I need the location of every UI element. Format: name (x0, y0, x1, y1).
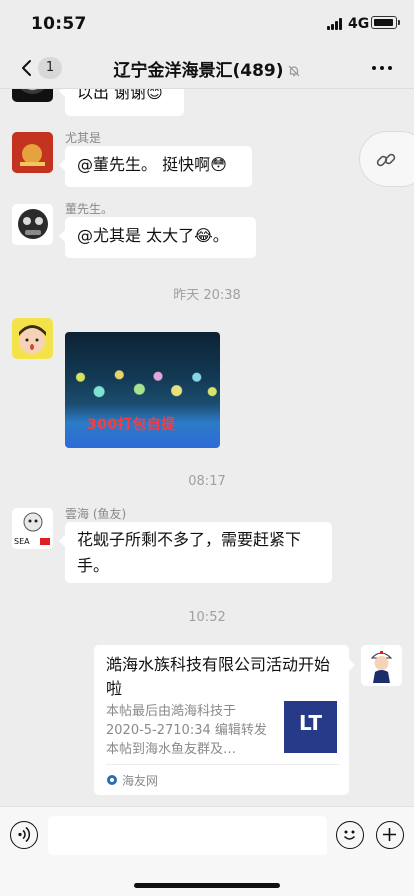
message-bubble[interactable]: @尤其是 太大了😂。 (59, 217, 256, 258)
bell-off-icon (288, 65, 299, 77)
link-card-source: 海友网 (122, 774, 159, 788)
avatar-image (361, 645, 402, 686)
avatar[interactable] (12, 318, 53, 359)
avatar[interactable] (12, 132, 53, 173)
battery-icon (371, 16, 400, 29)
link-card-title: 澔海水族科技有限公司活动开始啦 (106, 655, 331, 698)
avatar[interactable] (361, 645, 402, 686)
avatar-image (12, 318, 53, 359)
network-label: 4G (348, 16, 370, 32)
avatar[interactable]: SEA (12, 508, 53, 549)
status-time: 10:57 (31, 14, 87, 34)
avatar-image (12, 204, 53, 245)
signal-bars-icon (327, 18, 345, 30)
input-bar (0, 806, 414, 896)
link-float-button[interactable] (359, 131, 414, 187)
thumbnail-logo-text: LT (298, 711, 323, 735)
emoji-icon (343, 830, 356, 840)
sender-name: 尤其是 (65, 131, 102, 145)
image-caption: 300打包自提 (87, 417, 176, 433)
avatar[interactable] (12, 204, 53, 245)
plus-icon (383, 828, 396, 841)
avatar-image (12, 132, 53, 173)
timestamp: 昨天 20:38 (173, 288, 241, 303)
link-card-description: 本帖最后由澔海科技于 2020-5-2710:34 编辑转发本帖到海水鱼友群及… (106, 704, 267, 757)
message-input[interactable] (48, 816, 327, 855)
status-bar: 10:57 4G (0, 0, 414, 48)
timestamp: 08:17 (188, 474, 226, 489)
sender-name: 雲海 (鱼友) (65, 507, 127, 521)
message-bubble[interactable]: 花蚬子所剩不多了，需要赶紧下手。 (59, 522, 332, 583)
chat-header-overlay: 1 辽宁金洋海景汇(489) (0, 48, 414, 88)
plus-button[interactable] (376, 821, 404, 849)
header-divider (0, 88, 414, 89)
image-message[interactable]: 300打包自提 (65, 332, 220, 448)
chat-title-row: 辽宁金洋海景汇(489) (0, 56, 414, 81)
site-logo-icon (107, 775, 117, 785)
link-icon (376, 153, 396, 167)
avatar-image: SEA (12, 508, 53, 549)
message-bubble[interactable]: @董先生。 挺快啊😳 (59, 146, 252, 187)
more-button[interactable] (368, 58, 396, 78)
voice-button[interactable] (10, 821, 38, 849)
chat-title: 辽宁金洋海景汇(489) (113, 61, 284, 81)
link-card-divider (106, 764, 339, 765)
voice-icon (18, 826, 31, 843)
emoji-button[interactable] (336, 821, 364, 849)
home-indicator (134, 883, 280, 888)
image-content (65, 358, 220, 406)
link-card[interactable]: 澔海水族科技有限公司活动开始啦 本帖最后由澔海科技于 2020-5-2710:3… (94, 645, 355, 795)
link-card-thumbnail: LT (284, 701, 337, 753)
svg-text:SEA: SEA (14, 537, 30, 546)
timestamp: 10:52 (188, 610, 226, 625)
sender-name: 董先生。 (65, 202, 114, 216)
